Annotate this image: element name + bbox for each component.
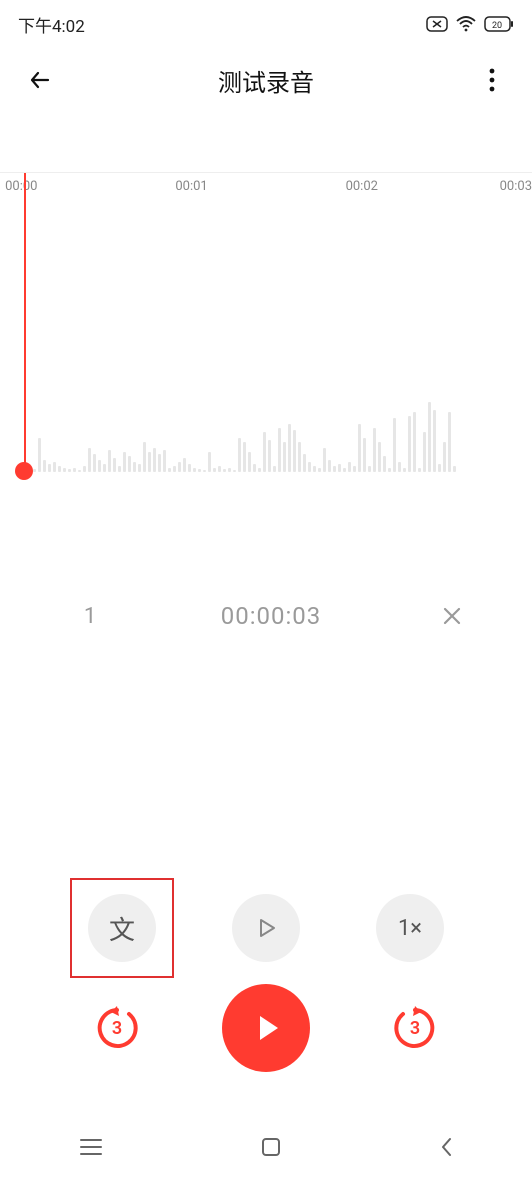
waveform-timeline[interactable]: 00:00 00:01 00:02 00:03 xyxy=(0,172,532,482)
svg-text:3: 3 xyxy=(112,1018,122,1039)
system-navigation-bar xyxy=(0,1112,532,1182)
timeline-tick-label: 00:03 xyxy=(500,179,532,194)
segment-index: 1 xyxy=(70,604,110,629)
timeline-tick-label: 00:01 xyxy=(175,179,207,194)
recording-segment-row: 1 00:00:03 xyxy=(0,602,532,630)
square-icon xyxy=(261,1137,281,1157)
status-bar: 下午4:02 20 xyxy=(0,0,532,48)
text-icon: 文 xyxy=(109,910,135,947)
play-icon xyxy=(248,1010,284,1046)
playback-speed-button[interactable]: 1× xyxy=(376,894,444,962)
secondary-controls: 文 1× xyxy=(0,894,532,962)
skip-forward-button[interactable]: 3 xyxy=(385,998,445,1058)
close-icon xyxy=(441,605,463,627)
timeline-tick-label: 00:02 xyxy=(346,179,378,194)
play-button[interactable] xyxy=(222,984,310,1072)
status-time: 下午4:02 xyxy=(18,12,85,37)
playhead-line xyxy=(24,173,26,472)
menu-icon xyxy=(79,1137,103,1157)
speed-label: 1× xyxy=(398,916,422,941)
segment-delete-button[interactable] xyxy=(432,605,472,627)
back-button[interactable] xyxy=(22,66,58,94)
page-title: 测试录音 xyxy=(58,63,474,98)
primary-controls: 3 3 xyxy=(0,984,532,1072)
more-options-button[interactable] xyxy=(474,68,510,92)
timeline-ticks: 00:00 00:01 00:02 00:03 xyxy=(0,173,532,203)
arrow-left-icon xyxy=(26,66,54,94)
skip-back-icon: 3 xyxy=(93,1004,141,1052)
skip-forward-icon: 3 xyxy=(391,1004,439,1052)
svg-text:3: 3 xyxy=(409,1018,419,1039)
transcribe-button[interactable]: 文 xyxy=(88,894,156,962)
playhead-handle[interactable] xyxy=(15,462,33,480)
chevron-left-icon xyxy=(439,1136,453,1158)
play-outline-icon xyxy=(254,916,278,940)
battery-icon: 20 xyxy=(484,16,514,32)
segment-time: 00:00:03 xyxy=(110,602,432,630)
svg-text:20: 20 xyxy=(492,21,502,31)
skip-back-button[interactable]: 3 xyxy=(87,998,147,1058)
nav-recent-button[interactable] xyxy=(79,1137,103,1157)
more-vertical-icon xyxy=(489,68,495,92)
timeline-tick-label: 00:00 xyxy=(5,179,37,194)
do-not-disturb-icon xyxy=(426,16,448,32)
header: 测试录音 xyxy=(0,48,532,112)
nav-back-button[interactable] xyxy=(439,1136,453,1158)
wifi-icon xyxy=(456,16,476,32)
status-indicators: 20 xyxy=(426,16,514,32)
preview-play-button[interactable] xyxy=(232,894,300,962)
waveform-bars xyxy=(0,352,532,472)
nav-home-button[interactable] xyxy=(261,1137,281,1157)
